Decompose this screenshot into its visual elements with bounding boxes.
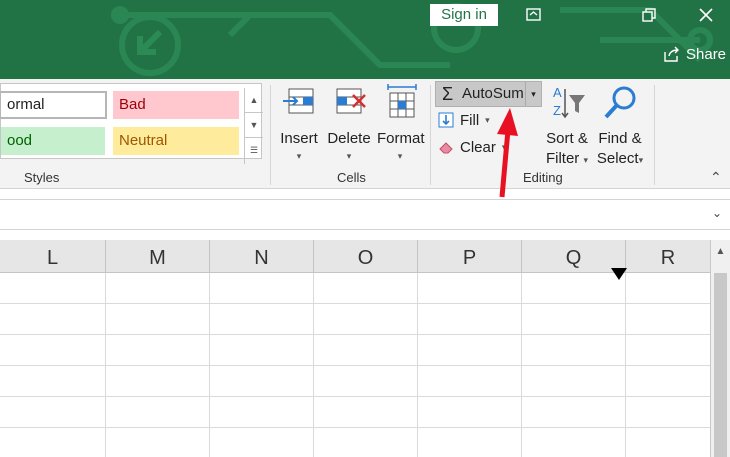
autosum-label: AutoSum: [462, 85, 524, 102]
clear-label: Clear: [460, 138, 496, 156]
column-header-o[interactable]: O: [314, 240, 418, 273]
magnifier-icon: [604, 86, 636, 119]
find-label-line2: Select: [596, 150, 639, 167]
gallery-more-arrow[interactable]: ☰: [245, 138, 263, 163]
insert-label: Insert: [280, 130, 318, 147]
scroll-up-arrow[interactable]: ▲: [711, 246, 730, 257]
svg-text:A: A: [553, 85, 562, 100]
sort-label-line2: Filter: [545, 150, 580, 167]
editing-group-label: Editing: [523, 170, 563, 185]
sort-label-line1: Sort &: [546, 130, 588, 147]
column-header-n[interactable]: N: [210, 240, 314, 273]
gridline: [0, 365, 710, 366]
style-bad[interactable]: Bad: [113, 91, 239, 119]
gallery-up-arrow[interactable]: ▲: [245, 88, 263, 113]
sort-dropdown-caret: ▾: [583, 155, 589, 165]
collapse-ribbon-icon[interactable]: ⌃: [710, 169, 722, 186]
fill-button[interactable]: Fill ▾: [438, 109, 490, 131]
find-select-button[interactable]: Find & Select▾: [594, 83, 646, 169]
close-window-icon[interactable]: [695, 4, 717, 26]
clear-button[interactable]: Clear ▾: [438, 136, 506, 158]
title-bar: Sign in Share: [0, 0, 730, 79]
formula-bar[interactable]: ⌄: [0, 199, 730, 230]
gallery-down-arrow[interactable]: ▼: [245, 113, 263, 138]
style-neutral[interactable]: Neutral: [113, 127, 239, 155]
fill-down-icon: [438, 112, 454, 128]
svg-text:Z: Z: [553, 103, 561, 118]
sort-filter-icon: A Z: [553, 85, 585, 119]
cell-styles-gallery: ormal Bad ood Neutral ▲ ▼ ☰: [0, 83, 263, 164]
autosum-dropdown-caret[interactable]: ▾: [525, 82, 541, 106]
format-dropdown-caret: ▾: [397, 151, 403, 161]
delete-button[interactable]: Delete ▾: [326, 83, 372, 163]
column-selection-marker: [611, 268, 627, 280]
find-dropdown-caret: ▾: [638, 155, 644, 165]
ribbon: ormal Bad ood Neutral ▲ ▼ ☰ Styles Inser…: [0, 79, 730, 189]
scrollbar-thumb[interactable]: [714, 273, 727, 457]
delete-label: Delete: [327, 130, 371, 147]
fill-dropdown-caret: ▾: [485, 115, 490, 125]
format-button[interactable]: Format ▾: [377, 83, 425, 163]
gridline: [0, 396, 710, 397]
gridline: [0, 427, 710, 428]
decorative-circuit-pattern: [111, 3, 713, 76]
ribbon-display-options-icon[interactable]: [523, 4, 545, 26]
group-separator: [654, 85, 655, 185]
find-select-label-line2: Select▾: [594, 149, 646, 169]
style-normal[interactable]: ormal: [0, 91, 107, 119]
find-label-line1: Find &: [598, 130, 642, 147]
autosum-button[interactable]: Σ AutoSum ▾: [435, 81, 542, 107]
column-header-p[interactable]: P: [418, 240, 522, 273]
gridline: [0, 334, 710, 335]
eraser-icon: [439, 142, 453, 154]
column-header-l[interactable]: L: [0, 240, 106, 273]
format-label: Format: [377, 130, 425, 147]
sigma-icon: Σ: [442, 84, 454, 104]
insert-dropdown-caret: ▾: [296, 151, 302, 161]
column-header-r[interactable]: R: [626, 240, 710, 273]
delete-dropdown-caret: ▾: [346, 151, 352, 161]
fill-label: Fill: [460, 111, 480, 129]
vertical-scrollbar[interactable]: ▲: [710, 240, 730, 457]
expand-formula-bar-icon[interactable]: ⌄: [712, 206, 722, 220]
share-button[interactable]: Share: [662, 45, 726, 63]
clear-dropdown-caret: ▾: [501, 142, 507, 152]
share-label: Share: [686, 45, 727, 63]
cells-group-label: Cells: [337, 170, 366, 185]
insert-button[interactable]: Insert ▾: [276, 83, 322, 163]
styles-gallery-scroll: ▲ ▼ ☰: [244, 88, 263, 164]
group-separator: [270, 85, 271, 185]
sort-filter-button[interactable]: A Z Sort & Filter ▾: [543, 83, 591, 169]
format-cells-icon: [387, 84, 417, 118]
cell-area[interactable]: [0, 273, 710, 457]
style-good[interactable]: ood: [1, 127, 105, 155]
group-separator: [430, 85, 431, 185]
restore-window-icon[interactable]: [638, 4, 660, 26]
worksheet-grid: L M N O P Q R ▲: [0, 240, 730, 457]
column-header-m[interactable]: M: [106, 240, 210, 273]
gridline: [0, 303, 710, 304]
column-headers: L M N O P Q R: [0, 240, 710, 273]
share-icon: [664, 46, 679, 62]
delete-cells-icon: [336, 88, 366, 114]
styles-group-label: Styles: [24, 170, 60, 185]
sort-filter-label-line2: Filter ▾: [543, 149, 591, 169]
insert-cells-icon: [283, 88, 314, 114]
sign-in-button[interactable]: Sign in: [430, 4, 498, 26]
